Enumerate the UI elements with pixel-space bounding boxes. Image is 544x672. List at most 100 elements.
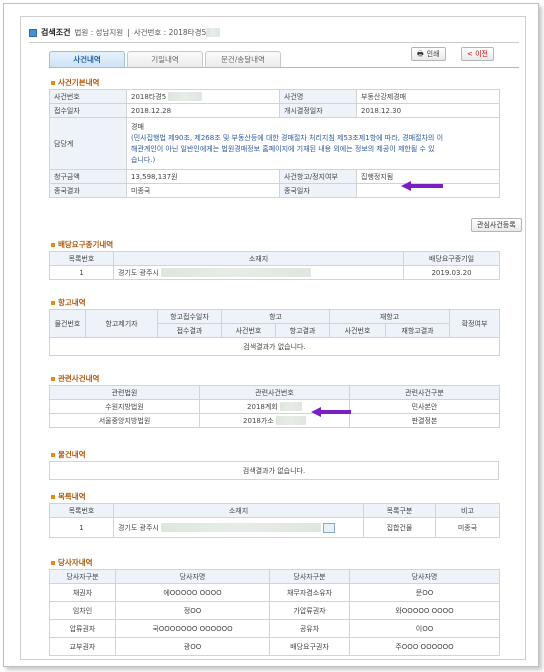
table-header: 재항고결과 xyxy=(385,323,451,338)
window-frame: 검색조건 법원 : 성남지원 | 사건번호 : 2018타경5 사건내역 기일내… xyxy=(3,3,539,667)
table-cell: 집합건물 xyxy=(363,517,436,538)
cube-icon xyxy=(29,28,37,37)
table-cell: 민사본안 xyxy=(349,399,500,414)
search-condition-header: 검색조건 법원 : 성남지원 | 사건번호 : 2018타경5 xyxy=(29,23,519,43)
tab-bar: 사건내역 기일내역 문건/송달내역 xyxy=(49,51,283,67)
highlight-arrow-icon xyxy=(311,407,351,417)
related-case-number[interactable]: 2018가소 xyxy=(243,417,274,425)
print-button[interactable]: 🖶 인쇄 xyxy=(411,47,446,61)
table-cell: 채무자겸소유자 xyxy=(269,583,350,602)
table-header: 항고접수일자 xyxy=(157,309,222,324)
table-row: 압류권자 국OOOOOOO OOOOOO 공유자 이OO xyxy=(49,619,500,638)
table-row: 담당계 경매 (민사집행법 제90조, 제268조 및 부동산등에 대한 경매절… xyxy=(49,117,500,170)
table-cell: 광OO xyxy=(115,637,270,656)
table-header: 항고결과 xyxy=(274,323,331,338)
tab-documents[interactable]: 문건/송달내역 xyxy=(205,51,281,67)
table-header: 접수결과 xyxy=(157,323,222,338)
table-header: 확정여부 xyxy=(449,309,501,338)
section-parties: 당사자내역 xyxy=(51,557,93,568)
table-cell: 2018타경5 xyxy=(126,89,280,104)
table-row: 접수일자 2018.12.28 개시결정일자 2018.12.30 xyxy=(49,103,500,118)
blurred-text xyxy=(161,268,312,277)
tab-date-details[interactable]: 기일내역 xyxy=(127,51,203,67)
bullet-icon xyxy=(51,80,55,85)
blurred-text xyxy=(275,416,306,425)
blurred-text xyxy=(206,28,221,37)
ddang-line: 습니다.) xyxy=(131,155,156,164)
table-header: 관련법원 xyxy=(49,385,200,400)
blurred-text xyxy=(279,402,302,411)
table-header: 소재지 xyxy=(113,503,364,518)
table-header: 항고 xyxy=(220,309,331,324)
document-icon[interactable] xyxy=(323,522,336,533)
ddang-line: (민사집행법 제90조, 제268조 및 부동산등에 대한 경매절차 처리지침 … xyxy=(131,133,444,142)
list-table: 목록번호 소재지 목록구분 비고 1 경기도 광주시 집합건물 미종국 xyxy=(49,503,500,538)
section-appeal: 항고내역 xyxy=(51,297,86,308)
table-cell: 교부권자 xyxy=(49,637,116,656)
bullet-icon xyxy=(51,242,55,247)
blurred-text xyxy=(168,92,203,101)
address: 경기도 광주시 xyxy=(118,268,159,277)
table-cell: 정OO xyxy=(115,601,270,620)
table-row: 검색결과가 없습니다. xyxy=(48,337,501,356)
section-related: 관련사건내역 xyxy=(51,373,99,384)
table-header: 접수일자 xyxy=(49,103,127,118)
table-row: 수원지방법원 2018계회 민사본안 xyxy=(49,399,500,414)
table-row: 임차인 정OO 가압류권자 와OOOOO OOOO xyxy=(49,601,500,620)
table-cell: 2018.12.30 xyxy=(356,103,500,118)
tab-case-details[interactable]: 사건내역 xyxy=(49,51,125,67)
section-title: 사건기본내역 xyxy=(58,78,100,87)
table-row: 교부권자 광OO 배당요구권자 주OOO OOOOOO xyxy=(49,637,500,656)
table-cell: 주OOO OOOOOO xyxy=(349,637,500,656)
table-header: 종국결과 xyxy=(49,183,127,198)
table-header: 관련사건번호 xyxy=(199,385,350,400)
table-cell: 공유자 xyxy=(269,619,350,638)
bullet-icon xyxy=(51,300,55,305)
bullet-icon xyxy=(51,376,55,381)
table-cell: 압류권자 xyxy=(49,619,116,638)
table-cell: 1 xyxy=(49,517,114,538)
empty-result: 검색결과가 없습니다. xyxy=(48,337,501,356)
table-cell: 배당요구권자 xyxy=(269,637,350,656)
bullet-icon xyxy=(51,452,55,457)
blurred-text xyxy=(161,523,322,532)
table-cell: 2018.12.28 xyxy=(126,103,280,118)
court-label: 법원 : 성남지원 xyxy=(74,28,124,37)
section-list: 목록내역 xyxy=(51,491,86,502)
content-panel: 검색조건 법원 : 성남지원 | 사건번호 : 2018타경5 사건내역 기일내… xyxy=(20,16,526,660)
table-header: 목록구분 xyxy=(363,503,436,518)
table-header: 사건번호 xyxy=(329,323,387,338)
print-label: 인쇄 xyxy=(426,50,440,58)
table-header: 관련사건구분 xyxy=(349,385,500,400)
table-header: 개시결정일자 xyxy=(279,103,357,118)
table-header: 청구금액 xyxy=(49,169,127,184)
table-header: 담당계 xyxy=(49,117,127,170)
prev-button[interactable]: < 이전 xyxy=(461,47,494,61)
register-interest-button[interactable]: 관심사건등록 xyxy=(471,218,522,232)
table-header: 종국일자 xyxy=(279,183,357,198)
table-header: 당사자명 xyxy=(115,569,270,584)
table-row: 1 경기도 광주시 2019.03.20 xyxy=(49,265,500,280)
section-title: 물건내역 xyxy=(58,450,86,459)
section-title: 관련사건내역 xyxy=(58,374,100,383)
bullet-icon xyxy=(51,494,55,499)
section-title: 항고내역 xyxy=(58,298,86,307)
section-basic: 사건기본내역 xyxy=(51,77,99,88)
related-case-number[interactable]: 2018계회 xyxy=(247,403,278,411)
tab-underline xyxy=(49,67,519,68)
table-header: 사건명 xyxy=(279,89,357,104)
table-row: 목록번호 소재지 배당요구종기일 xyxy=(49,251,500,266)
table-row: 채권자 에OOOOO OOOO 채무자겸소유자 문OO xyxy=(49,583,500,602)
case-number: 2018타경5 xyxy=(131,92,167,101)
highlight-arrow-icon xyxy=(401,181,443,191)
table-row: 사건번호 2018타경5 사건명 부동산강제경매 xyxy=(49,89,500,104)
table-cell: 와OOOOO OOOO xyxy=(349,601,500,620)
section-goods: 물건내역 xyxy=(51,449,86,460)
table-row: 관련법원 관련사건번호 관련사건구분 xyxy=(49,385,500,400)
table-row: 물건번호 항고제기자 항고접수일자 항고 재항고 확정여부 xyxy=(49,309,501,338)
table-row: 서울중앙지방법원 2018가소 판결정본 xyxy=(49,413,500,428)
table-cell: 판결정본 xyxy=(349,413,500,428)
appeal-table: 물건번호 항고제기자 항고접수일자 항고 재항고 확정여부 접수결과 사건번호 … xyxy=(48,309,501,356)
table-row: 1 경기도 광주시 집합건물 미종국 xyxy=(49,517,500,538)
table-cell: 미종국 xyxy=(435,517,500,538)
